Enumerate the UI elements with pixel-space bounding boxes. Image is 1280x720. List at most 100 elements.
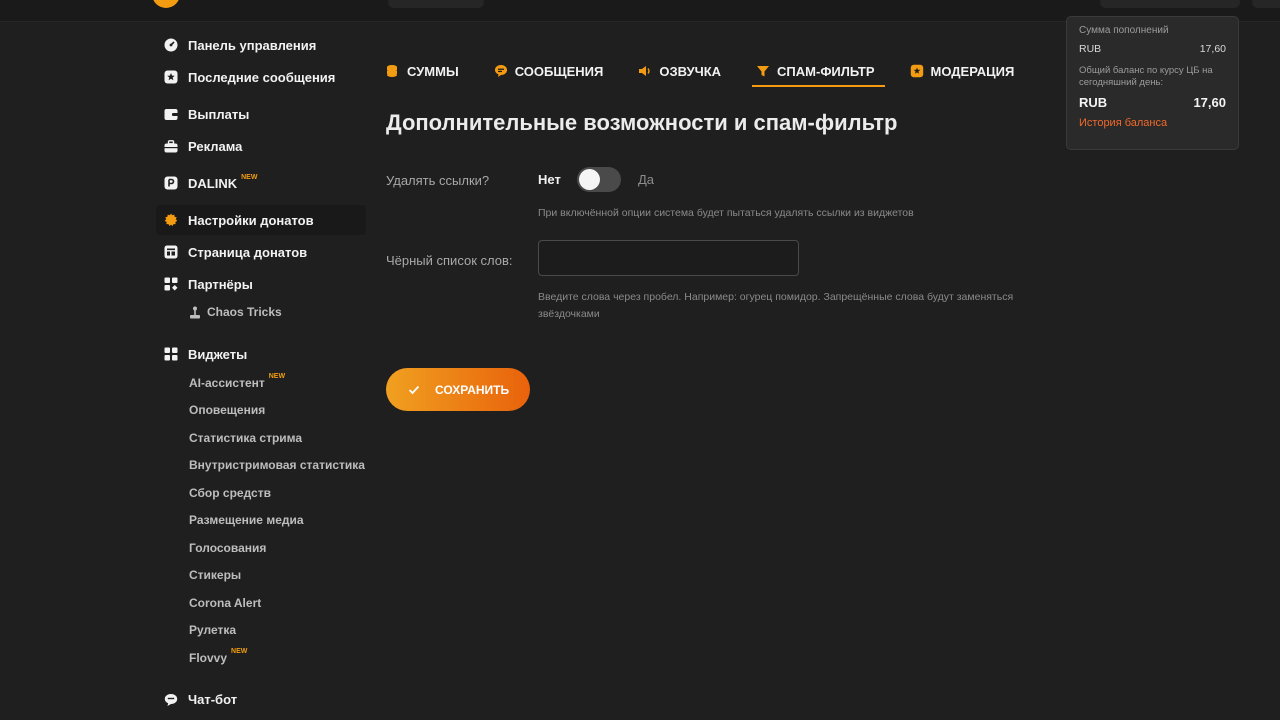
balance-row: RUB 17,60 bbox=[1079, 43, 1226, 55]
tab-label: СУММЫ bbox=[407, 63, 459, 79]
sidebar-item-partners[interactable]: Партнёры bbox=[156, 269, 366, 299]
sidebar-sub-item-label: Оповещения bbox=[189, 403, 266, 418]
blacklist-hint: Введите слова через пробел. Например: ог… bbox=[538, 289, 1013, 323]
delete-links-hint: При включённой опции система будет пытат… bbox=[538, 207, 914, 219]
briefcase-icon bbox=[163, 138, 179, 154]
sidebar-sub-item-label: Сбор средств bbox=[189, 485, 271, 500]
coins-icon bbox=[386, 64, 400, 78]
new-badge: NEW bbox=[241, 173, 258, 181]
save-button-label: СОХРАНИТЬ bbox=[435, 382, 510, 397]
sidebar-item-label: Настройки донатов bbox=[188, 212, 314, 228]
sidebar-sub-item-in-stream-stats[interactable]: Внутристримовая статистика bbox=[156, 452, 366, 480]
toggle-knob bbox=[579, 169, 600, 190]
star-icon bbox=[163, 69, 179, 85]
sidebar-item-widgets[interactable]: Виджеты bbox=[156, 339, 366, 369]
sidebar-sub-item-corona-alert[interactable]: Corona Alert bbox=[156, 589, 366, 617]
moderation-icon bbox=[910, 64, 924, 78]
blacklist-input[interactable] bbox=[538, 240, 799, 276]
dalink-icon bbox=[163, 175, 179, 191]
widgets-icon bbox=[163, 346, 179, 362]
chat-icon bbox=[163, 692, 179, 708]
sidebar-item-payouts[interactable]: Выплаты bbox=[156, 99, 366, 129]
sidebar-item-label: Реклама bbox=[188, 138, 243, 154]
joystick-icon bbox=[189, 306, 201, 319]
tab-voiceover[interactable]: ОЗВУЧКА bbox=[636, 56, 723, 86]
balance-total-currency: RUB bbox=[1079, 95, 1108, 110]
sidebar: Панель управления Последние сообщения Вы… bbox=[156, 30, 366, 715]
sidebar-item-label: DALINK bbox=[188, 175, 238, 191]
blacklist-hint-line: Введите слова через пробел. Например: ог… bbox=[538, 291, 1014, 303]
sidebar-sub-item-label: Corona Alert bbox=[189, 595, 262, 610]
sidebar-sub-item-stickers[interactable]: Стикеры bbox=[156, 562, 366, 590]
sidebar-sub-item-stream-stats[interactable]: Статистика стрима bbox=[156, 424, 366, 452]
sidebar-sub-item-label: AI-ассистент bbox=[189, 375, 265, 390]
balance-currency: RUB bbox=[1079, 43, 1102, 55]
sidebar-sub-item-fundraising[interactable]: Сбор средств bbox=[156, 479, 366, 507]
sidebar-sub-item-label: Размещение медиа bbox=[189, 513, 304, 528]
sidebar-sub-item-label: Chaos Tricks bbox=[207, 305, 282, 319]
sidebar-sub-item-flovvy[interactable]: Flovvy NEW bbox=[156, 644, 366, 672]
wallet-icon bbox=[163, 106, 179, 122]
tab-label: СООБЩЕНИЯ bbox=[514, 63, 604, 79]
tab-label: ОЗВУЧКА bbox=[659, 63, 722, 79]
balance-total-row: RUB 17,60 bbox=[1079, 95, 1226, 110]
sidebar-item-donation-page[interactable]: Страница донатов bbox=[156, 237, 366, 267]
delete-links-label: Удалять ссылки? bbox=[386, 173, 490, 188]
top-bar-balance-control[interactable] bbox=[1100, 0, 1240, 8]
sidebar-sub-item-label: Рулетка bbox=[189, 623, 237, 638]
sidebar-sub-item-label: Голосования bbox=[189, 540, 267, 555]
blacklist-hint-line: звёздочками bbox=[538, 308, 600, 320]
toggle-off-label: Нет bbox=[538, 172, 561, 187]
sidebar-sub-item-label: Flovvy bbox=[189, 650, 228, 665]
speaker-icon bbox=[638, 64, 652, 78]
partners-icon bbox=[163, 276, 179, 292]
tab-spam-filter[interactable]: СПАМ-ФИЛЬТР bbox=[752, 56, 886, 87]
balance-popup: Сумма пополнений RUB 17,60 Общий баланс … bbox=[1066, 16, 1239, 150]
sidebar-item-label: Партнёры bbox=[188, 276, 253, 292]
tab-moderation[interactable]: МОДЕРАЦИЯ bbox=[908, 56, 1017, 86]
tab-label: МОДЕРАЦИЯ bbox=[930, 63, 1015, 79]
sidebar-sub-item-alerts[interactable]: Оповещения bbox=[156, 397, 366, 425]
settings-tabs: СУММЫ СООБЩЕНИЯ ОЗВУЧКА СПАМ-ФИЛЬТР МОДЕ… bbox=[384, 56, 1047, 88]
sidebar-item-chatbot[interactable]: Чат-бот bbox=[156, 685, 366, 715]
message-icon bbox=[494, 64, 508, 78]
new-badge: NEW bbox=[231, 648, 248, 656]
balance-amount: 17,60 bbox=[1199, 43, 1226, 55]
sidebar-sub-item-media[interactable]: Размещение медиа bbox=[156, 507, 366, 535]
sidebar-item-label: Последние сообщения bbox=[188, 69, 336, 85]
top-bar-profile-control[interactable] bbox=[1252, 0, 1280, 8]
sidebar-item-dashboard[interactable]: Панель управления bbox=[156, 30, 366, 60]
save-button[interactable]: СОХРАНИТЬ bbox=[386, 368, 530, 411]
delete-links-toggle[interactable] bbox=[577, 167, 621, 192]
sidebar-item-dalink[interactable]: DALINK NEW bbox=[156, 168, 366, 198]
sidebar-item-donation-settings[interactable]: Настройки донатов bbox=[156, 205, 366, 235]
sidebar-item-recent-messages[interactable]: Последние сообщения bbox=[156, 62, 366, 92]
top-bar-control[interactable] bbox=[388, 0, 484, 8]
balance-note: Общий баланс по курсу ЦБ на сегодняшний … bbox=[1079, 65, 1213, 88]
check-icon bbox=[408, 385, 420, 395]
gear-icon bbox=[163, 212, 179, 228]
sidebar-sub-item-ai-assistant[interactable]: AI-ассистент NEW bbox=[156, 369, 366, 397]
tab-messages[interactable]: СООБЩЕНИЯ bbox=[492, 56, 606, 86]
new-badge: NEW bbox=[268, 373, 286, 381]
sidebar-sub-item-roulette[interactable]: Рулетка bbox=[156, 617, 366, 645]
dashboard-icon bbox=[163, 37, 179, 53]
blacklist-label: Чёрный список слов: bbox=[386, 253, 513, 268]
sidebar-sub-item-polls[interactable]: Голосования bbox=[156, 534, 366, 562]
logo-icon[interactable] bbox=[152, 0, 180, 8]
page-icon bbox=[163, 244, 179, 260]
tab-label: СПАМ-ФИЛЬТР bbox=[777, 63, 875, 79]
sidebar-sub-item-label: Статистика стрима bbox=[189, 430, 303, 445]
sidebar-item-label: Панель управления bbox=[188, 37, 317, 53]
sidebar-item-label: Выплаты bbox=[188, 106, 250, 122]
sidebar-item-label: Виджеты bbox=[188, 346, 248, 362]
tab-amounts[interactable]: СУММЫ bbox=[384, 56, 461, 86]
sidebar-sub-item-chaos-tricks[interactable]: Chaos Tricks bbox=[156, 299, 366, 325]
sidebar-sub-item-label: Стикеры bbox=[189, 568, 242, 583]
page-title: Дополнительные возможности и спам-фильтр bbox=[386, 110, 898, 135]
filter-icon bbox=[756, 64, 770, 78]
balance-title: Сумма пополнений bbox=[1079, 25, 1169, 36]
sidebar-item-label: Страница донатов bbox=[188, 244, 308, 260]
balance-history-link[interactable]: История баланса bbox=[1079, 117, 1226, 129]
sidebar-item-ads[interactable]: Реклама bbox=[156, 131, 366, 161]
